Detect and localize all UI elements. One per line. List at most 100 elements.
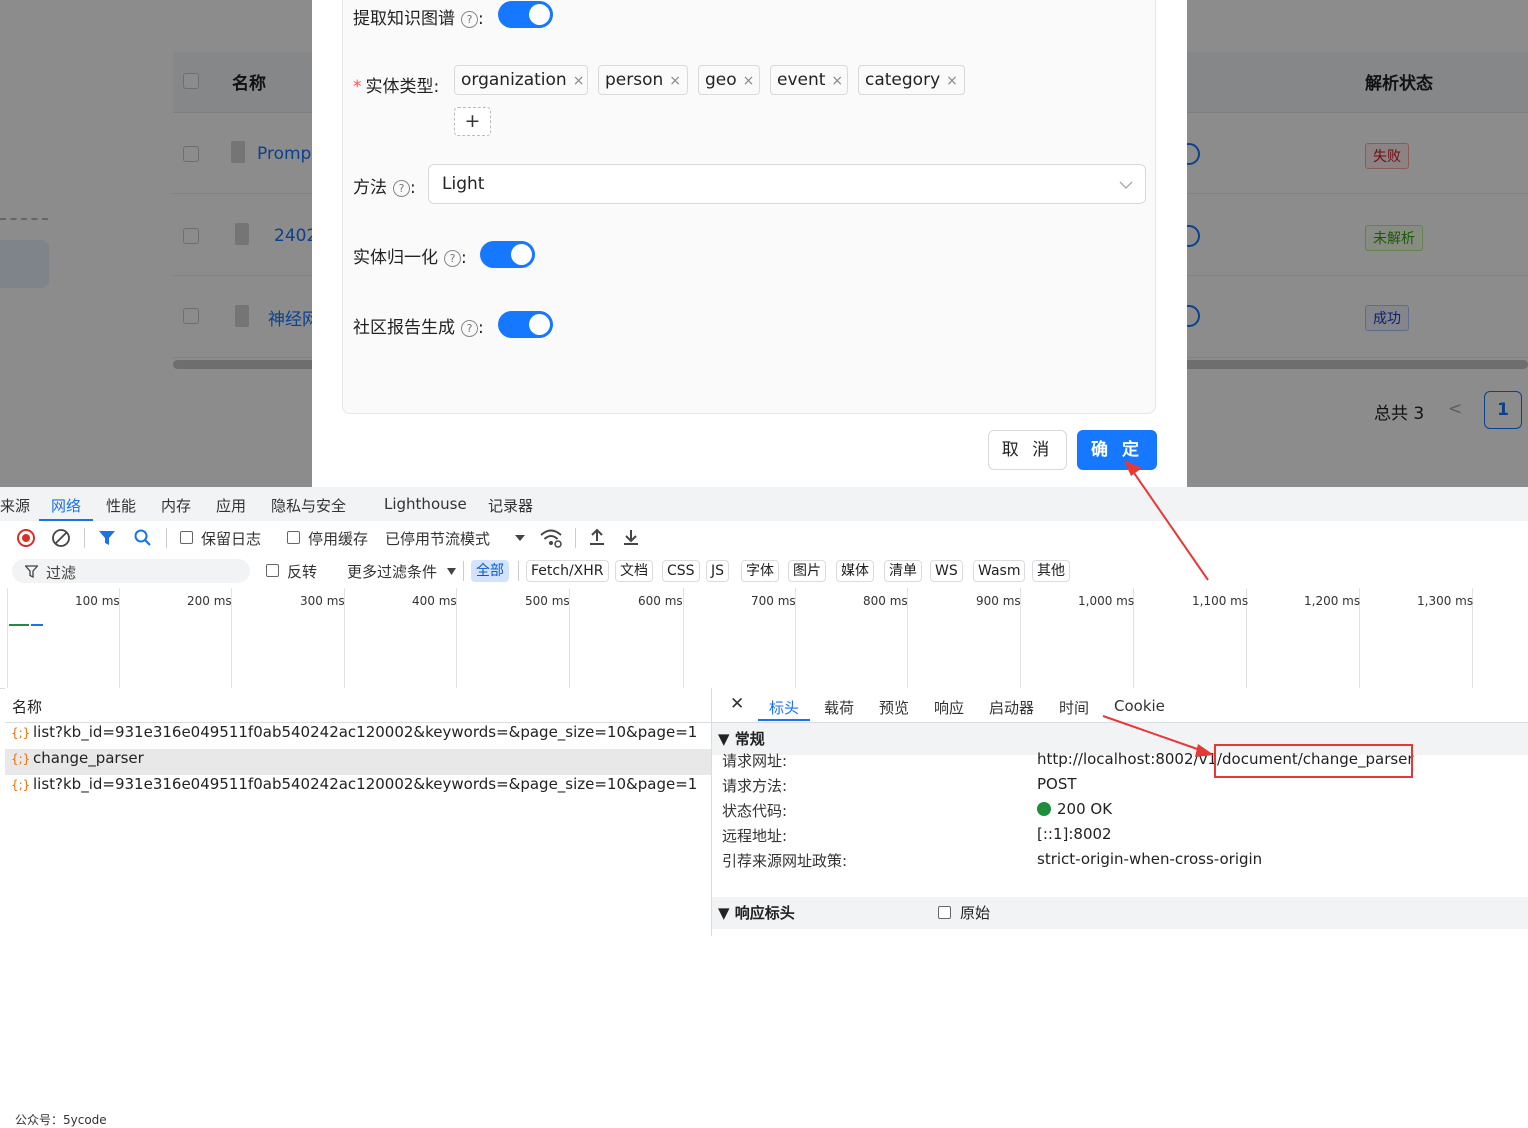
community-report-switch[interactable] xyxy=(498,311,553,338)
request-url-key: 请求网址: xyxy=(722,752,788,770)
label-colon: : xyxy=(461,248,467,268)
help-icon[interactable]: ? xyxy=(461,319,478,337)
timeline-tick-label: 1,000 ms xyxy=(1078,594,1135,608)
tag-close-icon[interactable]: × xyxy=(669,73,681,89)
dropdown-arrow-icon[interactable] xyxy=(514,533,526,543)
tab-headers[interactable]: 标头 xyxy=(769,697,799,718)
filter-type-media[interactable]: 媒体 xyxy=(836,560,874,582)
tab-initiator[interactable]: 启动器 xyxy=(989,697,1034,718)
tag-close-icon[interactable]: × xyxy=(946,73,958,89)
filter-type-css[interactable]: CSS xyxy=(662,560,700,582)
community-report-label: 社区报告生成?: xyxy=(353,313,484,338)
filter-type-other[interactable]: 其他 xyxy=(1032,560,1070,582)
tab-cookies[interactable]: Cookie xyxy=(1114,697,1165,715)
method-label: 方法?: xyxy=(353,173,416,198)
name-column-header[interactable]: 名称 xyxy=(12,696,42,717)
tab-sources[interactable]: 来源 xyxy=(0,495,30,516)
throttle-select[interactable]: 已停用节流模式 xyxy=(385,528,490,549)
request-row[interactable]: {;} list?kb_id=931e316e049511f0ab540242ac… xyxy=(5,775,711,801)
clear-icon[interactable] xyxy=(51,528,71,548)
filter-icon[interactable] xyxy=(98,529,116,547)
timeline-gridline xyxy=(7,588,8,688)
disable-cache-label: 停用缓存 xyxy=(308,530,369,548)
tab-payload[interactable]: 载荷 xyxy=(824,697,854,718)
disable-cache-checkbox[interactable] xyxy=(287,531,300,544)
tag-close-icon[interactable]: × xyxy=(573,73,585,89)
download-icon[interactable] xyxy=(621,527,641,547)
chevron-down-icon xyxy=(1119,181,1133,189)
referrer-policy-value: strict-origin-when-cross-origin xyxy=(1037,850,1263,868)
upload-icon[interactable] xyxy=(587,527,607,547)
tab-memory[interactable]: 内存 xyxy=(161,495,191,516)
filter-type-js[interactable]: JS xyxy=(706,560,730,582)
tab-application[interactable]: 应用 xyxy=(216,495,246,516)
tab-response[interactable]: 响应 xyxy=(934,697,964,718)
label-colon: : xyxy=(410,178,416,198)
response-headers-section-header[interactable]: ▼ 响应标头 原始 xyxy=(712,897,1528,929)
stop-recording-icon[interactable] xyxy=(16,528,36,548)
method-label-text: 方法 xyxy=(353,178,387,198)
entity-tag-person: person × xyxy=(598,65,688,95)
help-icon[interactable]: ? xyxy=(461,10,478,28)
timeline-tick-label: 900 ms xyxy=(976,594,1021,608)
filter-type-manifest[interactable]: 清单 xyxy=(884,560,922,582)
network-toolbar: 保留日志 停用缓存 已停用节流模式 xyxy=(0,521,1528,555)
filter-type-doc[interactable]: 文档 xyxy=(615,560,653,582)
tab-lighthouse[interactable]: Lighthouse xyxy=(384,495,467,513)
tab-network[interactable]: 网络 xyxy=(51,495,81,516)
network-conditions-icon[interactable] xyxy=(539,527,563,549)
entity-normalize-switch[interactable] xyxy=(480,241,535,268)
method-select[interactable]: Light xyxy=(428,164,1146,204)
filter-type-all[interactable]: 全部 xyxy=(471,560,509,582)
request-name: list?kb_id=931e316e049511f0ab540242ac120… xyxy=(33,775,698,793)
tab-timing[interactable]: 时间 xyxy=(1059,697,1089,718)
preserve-log-checkbox[interactable] xyxy=(180,531,193,544)
status-code-value: 200 OK xyxy=(1037,800,1112,818)
filter-type-img[interactable]: 图片 xyxy=(788,560,826,582)
filter-type-ws[interactable]: WS xyxy=(930,560,963,582)
toolbar-divider xyxy=(518,561,519,581)
request-row[interactable]: {;} list?kb_id=931e316e049511f0ab540242ac… xyxy=(5,723,711,749)
invert-label: 反转 xyxy=(287,563,318,581)
invert-checkbox[interactable] xyxy=(266,564,279,577)
filter-input[interactable]: 过滤 xyxy=(12,559,250,583)
more-filters-dropdown[interactable]: 更多过滤条件 xyxy=(347,561,437,582)
tab-preview[interactable]: 预览 xyxy=(879,697,909,718)
filter-type-font[interactable]: 字体 xyxy=(741,560,779,582)
remote-address-value: [::1]:8002 xyxy=(1037,825,1112,843)
status-ok-icon xyxy=(1037,802,1051,816)
timeline-tick-label: 400 ms xyxy=(412,594,457,608)
tab-recorder[interactable]: 记录器 xyxy=(488,495,533,516)
extract-kg-switch[interactable] xyxy=(498,1,553,28)
entity-types-label-text: 实体类型 xyxy=(365,77,434,97)
tab-privacy-security[interactable]: 隐私与安全 xyxy=(271,495,346,516)
help-icon[interactable]: ? xyxy=(444,249,461,267)
tag-close-icon[interactable]: × xyxy=(831,73,843,89)
cancel-button[interactable]: 取 消 xyxy=(988,430,1067,470)
response-headers-title: ▼ 响应标头 xyxy=(718,904,795,922)
funnel-icon xyxy=(25,565,38,578)
request-row-selected[interactable]: {;} change_parser xyxy=(5,749,711,775)
label-colon: : xyxy=(478,9,484,29)
close-icon[interactable]: ✕ xyxy=(730,694,744,714)
filter-type-wasm[interactable]: Wasm xyxy=(973,560,1026,582)
filter-type-fetch-xhr[interactable]: Fetch/XHR xyxy=(526,560,609,582)
devtools-panel: 来源 网络 性能 内存 应用 隐私与安全 Lighthouse 记录器 保留日志… xyxy=(0,487,1528,1127)
detail-tabbar: ✕ 标头 载荷 预览 响应 启动器 时间 Cookie xyxy=(712,688,1528,723)
xhr-icon: {;} xyxy=(11,778,31,792)
dropdown-arrow-icon[interactable] xyxy=(446,567,457,576)
timeline-tick-label: 1,300 ms xyxy=(1417,594,1474,608)
raw-checkbox[interactable] xyxy=(938,906,951,919)
search-icon[interactable] xyxy=(133,528,153,548)
add-entity-type-button[interactable]: + xyxy=(454,107,491,136)
help-icon[interactable]: ? xyxy=(393,179,410,197)
label-colon: : xyxy=(433,77,440,97)
network-timeline[interactable]: 100 ms 200 ms 300 ms 400 ms 500 ms 600 m… xyxy=(0,588,1528,689)
tab-performance[interactable]: 性能 xyxy=(106,495,136,516)
timeline-tick-label: 600 ms xyxy=(638,594,683,608)
confirm-button[interactable]: 确 定 xyxy=(1077,430,1157,470)
xhr-icon: {;} xyxy=(11,752,31,766)
request-name: change_parser xyxy=(33,749,144,767)
watermark-text: 公众号：5ycode xyxy=(15,1113,107,1127)
tag-close-icon[interactable]: × xyxy=(743,73,755,89)
